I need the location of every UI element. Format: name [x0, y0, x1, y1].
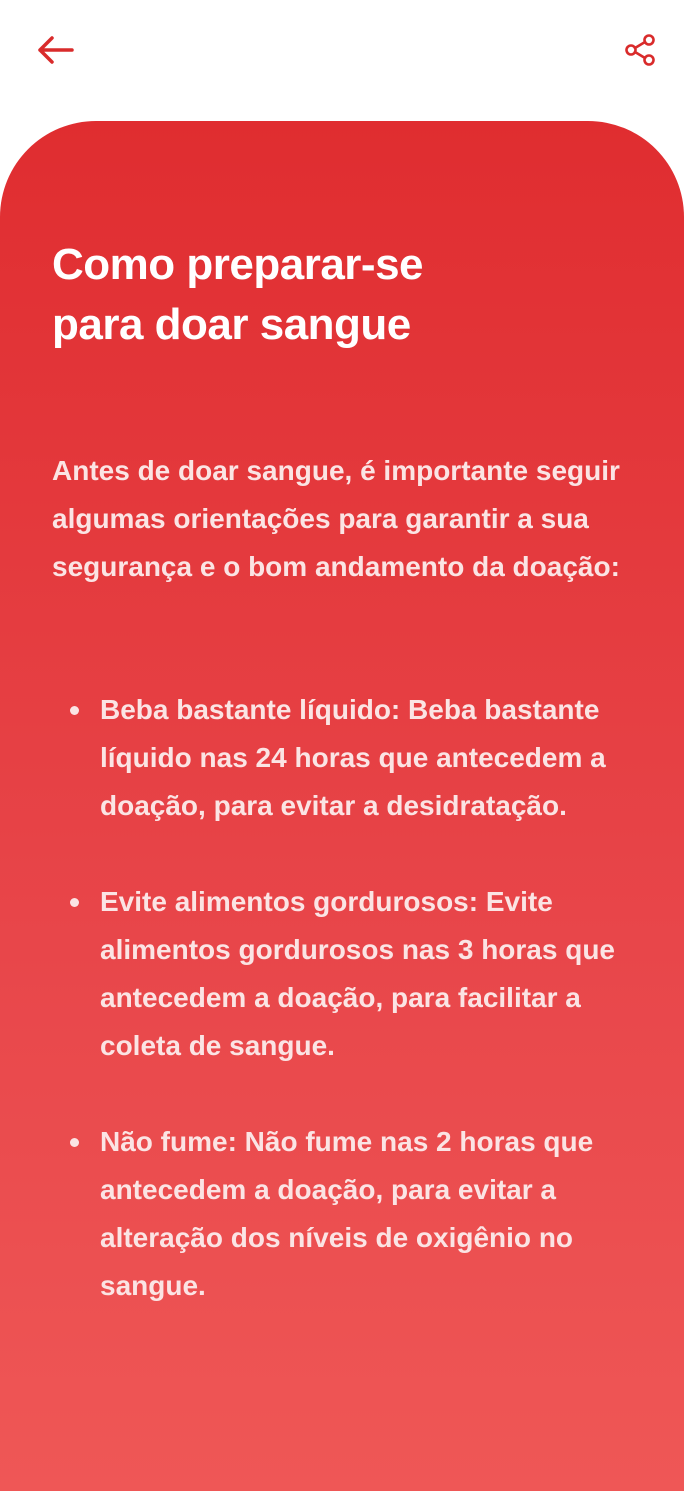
- share-icon: [625, 34, 655, 66]
- bullet-icon: [70, 898, 79, 907]
- article-card: Como preparar-se para doar sangue Antes …: [0, 121, 684, 1491]
- article-screen: Como preparar-se para doar sangue Antes …: [0, 0, 684, 1491]
- tip-item-fatty-food: Evite alimentos gordurosos: Evite alimen…: [52, 878, 632, 1070]
- tip-text: Evite alimentos gordurosos: Evite alimen…: [100, 886, 616, 1061]
- intro-paragraph: Antes de doar sangue, é importante segui…: [52, 455, 620, 582]
- page-title: Como preparar-se para doar sangue: [52, 235, 632, 355]
- tip-text: Não fume: Não fume nas 2 horas que antec…: [100, 1126, 594, 1301]
- bullet-icon: [70, 706, 79, 715]
- tip-item-no-smoking: Não fume: Não fume nas 2 horas que antec…: [52, 1118, 632, 1310]
- arrow-left-icon: [38, 36, 74, 64]
- back-button[interactable]: [30, 28, 80, 72]
- page-title-line-2: para doar sangue: [52, 300, 411, 349]
- share-button[interactable]: [618, 28, 662, 72]
- bullet-icon: [70, 1138, 79, 1147]
- tip-text: Beba bastante líquido: Beba bastante líq…: [100, 694, 606, 821]
- top-bar: [0, 0, 684, 110]
- tips-list: Beba bastante líquido: Beba bastante líq…: [52, 686, 632, 1358]
- tip-item-hydration: Beba bastante líquido: Beba bastante líq…: [52, 686, 632, 830]
- page-title-line-1: Como preparar-se: [52, 240, 424, 289]
